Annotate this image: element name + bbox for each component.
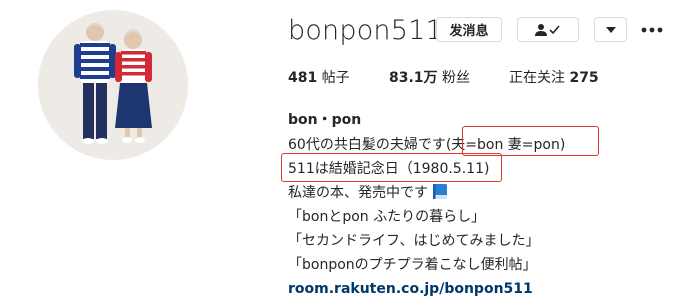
- triangle-down-icon: [605, 26, 616, 33]
- followers-label: 粉丝: [442, 70, 470, 86]
- message-button[interactable]: 发消息: [436, 17, 502, 42]
- profile-full-name: bon・pon: [288, 112, 362, 128]
- bio-line-4: 「bonとpon ふたりの暮らし」: [288, 209, 486, 225]
- bio-line-6: 「bonponのプチプラ着こなし便利帖」: [288, 257, 537, 273]
- profile-username: bonpon511: [288, 15, 443, 46]
- followers-stat[interactable]: 83.1万 粉丝: [389, 68, 470, 88]
- highlight-box-2: [281, 153, 502, 182]
- followers-count: 83.1万: [389, 70, 438, 86]
- bio-line-3: 私達の本、発売中です: [288, 183, 448, 203]
- bio-line-5: 「セカンドライフ、はじめてみました」: [288, 233, 540, 249]
- following-label: 正在关注: [509, 70, 565, 86]
- posts-stat: 481 帖子: [288, 68, 350, 88]
- bio-line-1-main: 60代の共白髪の夫婦です: [288, 137, 446, 153]
- following-count: 275: [569, 70, 599, 86]
- bio-line-3-text: 私達の本、発売中です: [288, 185, 428, 201]
- highlight-box-1: [462, 126, 599, 156]
- more-dots-icon: [641, 27, 663, 33]
- blue-book-icon: [433, 184, 448, 199]
- avatar-photo: [38, 10, 188, 160]
- posts-count: 481: [288, 70, 318, 86]
- more-options-button[interactable]: [640, 21, 664, 39]
- bio-link[interactable]: room.rakuten.co.jp/bonpon511: [288, 279, 533, 299]
- suggested-dropdown-button[interactable]: [594, 17, 627, 42]
- following-button[interactable]: [517, 17, 579, 42]
- person-check-icon: [535, 23, 560, 36]
- following-stat[interactable]: 正在关注 275: [509, 68, 599, 88]
- posts-label: 帖子: [321, 70, 350, 86]
- profile-avatar[interactable]: [38, 10, 188, 160]
